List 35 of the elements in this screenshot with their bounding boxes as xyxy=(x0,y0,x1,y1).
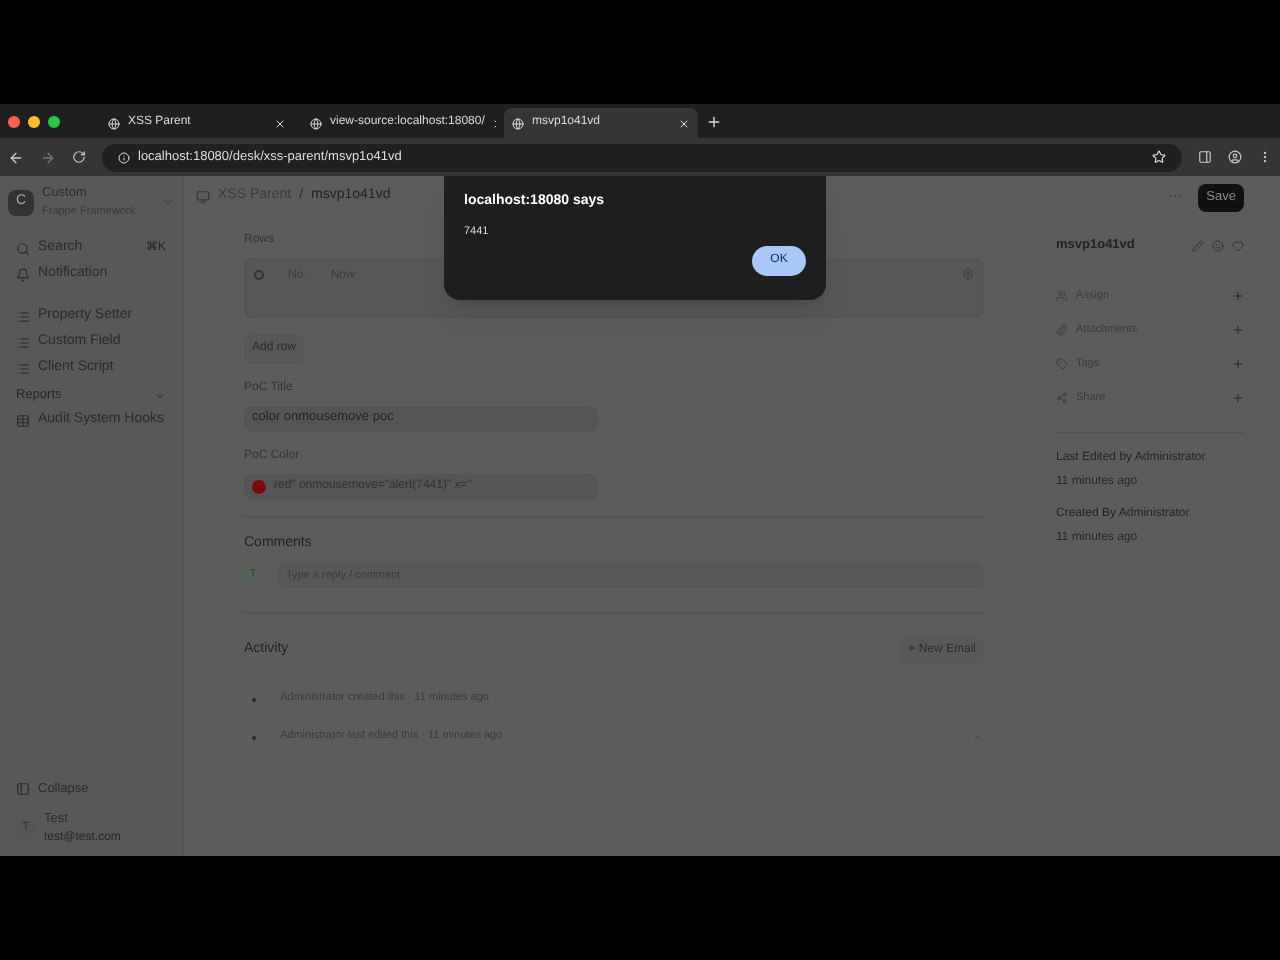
list-icon xyxy=(16,310,30,324)
panel-item-icon xyxy=(1056,324,1068,336)
chevron-icon xyxy=(154,389,166,401)
panel-item-icon xyxy=(1056,290,1068,302)
add-icon[interactable] xyxy=(1232,392,1244,404)
globe-icon xyxy=(310,117,322,129)
checkbox[interactable] xyxy=(254,269,264,279)
search-icon xyxy=(16,242,30,256)
add-icon[interactable] xyxy=(1232,324,1244,336)
globe-icon xyxy=(512,117,524,129)
panel-item-icon xyxy=(1056,392,1068,404)
add-icon[interactable] xyxy=(1232,358,1244,370)
panel-icon[interactable] xyxy=(1198,150,1212,164)
color-swatch[interactable] xyxy=(252,479,266,493)
monitor-icon[interactable] xyxy=(196,189,210,204)
table-icon xyxy=(16,414,30,428)
forward-icon[interactable] xyxy=(40,149,56,165)
info-icon xyxy=(118,151,130,163)
heart-icon[interactable] xyxy=(1232,239,1244,252)
smiley-icon[interactable] xyxy=(1212,239,1224,252)
star-icon[interactable] xyxy=(1152,150,1166,164)
new-tab-icon[interactable] xyxy=(706,113,722,129)
list-icon xyxy=(16,336,30,350)
settings-icon[interactable] xyxy=(962,267,974,279)
profile-icon[interactable] xyxy=(1228,150,1242,164)
sidebar-icon xyxy=(16,782,30,797)
menu-icon[interactable] xyxy=(1258,150,1272,164)
edit-icon[interactable] xyxy=(1192,239,1204,252)
list-icon xyxy=(16,362,30,376)
globe-icon xyxy=(108,117,120,129)
bell-icon xyxy=(16,268,30,282)
panel-item-icon xyxy=(1056,358,1068,370)
reload-icon[interactable] xyxy=(72,150,86,164)
back-icon[interactable] xyxy=(8,149,24,165)
add-icon[interactable] xyxy=(1232,290,1244,302)
